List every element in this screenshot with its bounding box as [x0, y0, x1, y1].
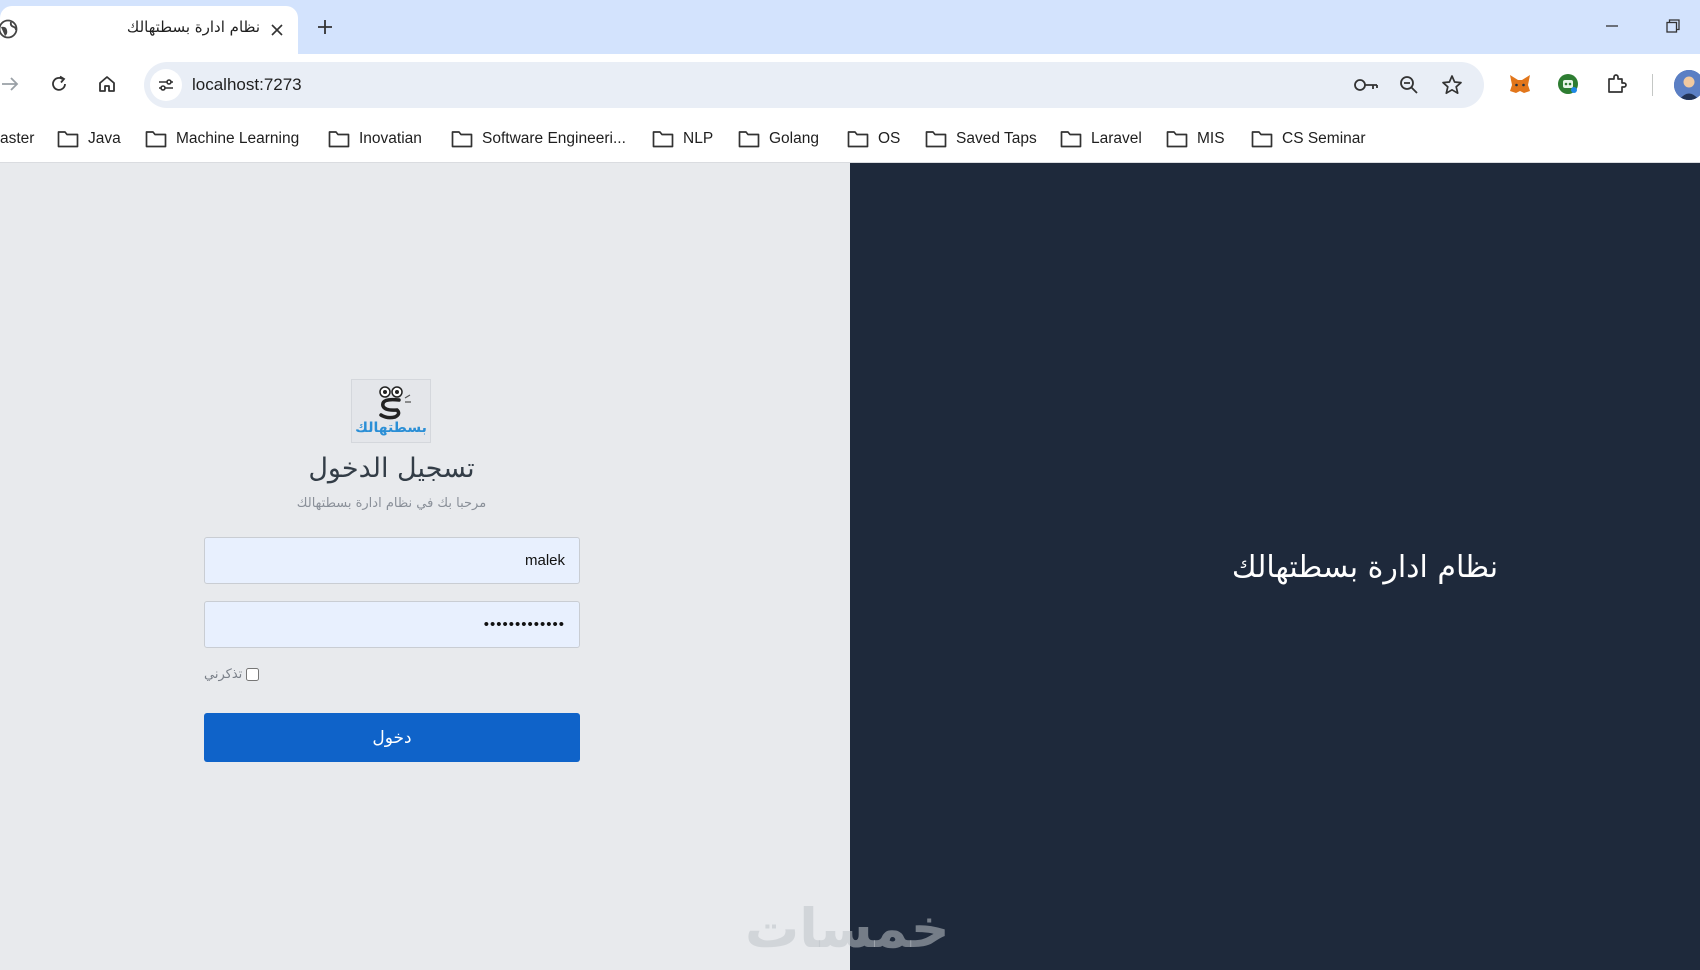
- browser-toolbar: localhost:7273: [0, 54, 1700, 115]
- bookmark-folder[interactable]: MIS: [1166, 127, 1225, 151]
- new-tab-plus-icon[interactable]: [312, 14, 338, 40]
- bookmark-folder[interactable]: Software Engineeri...: [451, 127, 626, 151]
- bookmark-folder[interactable]: CS Seminar: [1251, 127, 1366, 151]
- folder-icon: [145, 131, 167, 148]
- bookmark-star-icon[interactable]: [1438, 71, 1466, 99]
- folder-icon: [1166, 131, 1188, 148]
- app-logo: بسطتهالك: [351, 379, 431, 443]
- logo-mascot-icon: [379, 386, 411, 420]
- minimize-icon[interactable]: [1600, 14, 1624, 38]
- bookmark-label: Laravel: [1091, 130, 1142, 147]
- folder-icon: [57, 131, 79, 148]
- bookmark-folder[interactable]: Saved Taps: [925, 127, 1037, 151]
- bookmark-label: Saved Taps: [956, 130, 1037, 147]
- tab-title: نظام ادارة بسطتهالك: [126, 18, 260, 36]
- folder-icon: [1060, 131, 1082, 148]
- address-bar[interactable]: localhost:7273: [144, 62, 1484, 108]
- bookmark-label: CS Seminar: [1282, 130, 1366, 147]
- login-button[interactable]: دخول: [204, 713, 580, 762]
- system-title: نظام ادارة بسطتهالك: [1231, 550, 1499, 585]
- folder-icon: [738, 131, 760, 148]
- globe-icon: [0, 18, 19, 40]
- login-title: تسجيل الدخول: [308, 453, 475, 484]
- folder-icon: [925, 131, 947, 148]
- profile-avatar[interactable]: [1674, 70, 1700, 100]
- remember-checkbox[interactable]: [246, 668, 260, 681]
- home-icon[interactable]: [91, 68, 123, 100]
- bookmark-folder[interactable]: Machine Learning: [145, 127, 299, 151]
- folder-icon: [847, 131, 869, 148]
- username-input[interactable]: [204, 537, 580, 584]
- bookmark-label: Software Engineeri...: [482, 130, 626, 147]
- bookmarks-bar: aster Java Machine Learning Inovatian So…: [0, 115, 1700, 163]
- extensions-puzzle-icon[interactable]: [1601, 68, 1633, 100]
- password-input[interactable]: [204, 601, 580, 648]
- bookmark-label: Inovatian: [359, 130, 422, 147]
- bookmark-folder[interactable]: Inovatian: [328, 127, 422, 151]
- login-panel: بسطتهالك تسجيل الدخول مرحبا بك في نظام ا…: [0, 163, 850, 970]
- extension-robot-icon[interactable]: [1552, 68, 1584, 100]
- zoom-icon[interactable]: [1395, 71, 1423, 99]
- url-text[interactable]: localhost:7273: [192, 75, 302, 95]
- bookmark-folder[interactable]: NLP: [652, 127, 713, 151]
- bookmark-label: NLP: [683, 130, 714, 147]
- bookmark-label: OS: [878, 130, 901, 147]
- bookmark-label: MIS: [1197, 130, 1225, 147]
- reload-icon[interactable]: [43, 68, 75, 100]
- bookmark-folder[interactable]: OS: [847, 127, 900, 151]
- bookmark-label: aster: [0, 130, 35, 147]
- bookmark-folder[interactable]: Laravel: [1060, 127, 1142, 151]
- logo-text: بسطتهالك: [355, 420, 427, 436]
- restore-icon[interactable]: [1661, 14, 1685, 38]
- metamask-fox-icon[interactable]: [1504, 68, 1536, 100]
- remember-me[interactable]: تذكرني: [204, 667, 260, 682]
- bookmark-label: Golang: [769, 130, 819, 147]
- folder-icon: [328, 131, 350, 148]
- close-tab-icon[interactable]: [266, 19, 288, 41]
- login-subtitle: مرحبا بك في نظام ادارة بسطتهالك: [296, 496, 487, 511]
- bookmark-label: Machine Learning: [176, 130, 300, 147]
- tab-strip: نظام ادارة بسطتهالك: [0, 0, 1700, 54]
- remember-label: تذكرني: [204, 667, 243, 682]
- bookmark-folder[interactable]: aster: [0, 127, 34, 151]
- bookmark-folder[interactable]: Java: [57, 127, 121, 151]
- forward-arrow-icon[interactable]: [0, 68, 26, 100]
- bookmark-folder[interactable]: Golang: [738, 127, 819, 151]
- site-info-icon[interactable]: [150, 69, 182, 101]
- active-tab[interactable]: نظام ادارة بسطتهالك: [0, 6, 298, 54]
- bookmark-label: Java: [88, 130, 121, 147]
- folder-icon: [451, 131, 473, 148]
- password-key-icon[interactable]: [1352, 71, 1380, 99]
- folder-icon: [1251, 131, 1273, 148]
- watermark: خمسات: [745, 897, 950, 960]
- toolbar-separator: [1652, 74, 1653, 96]
- folder-icon: [652, 131, 674, 148]
- branding-panel: نظام ادارة بسطتهالك: [850, 163, 1700, 970]
